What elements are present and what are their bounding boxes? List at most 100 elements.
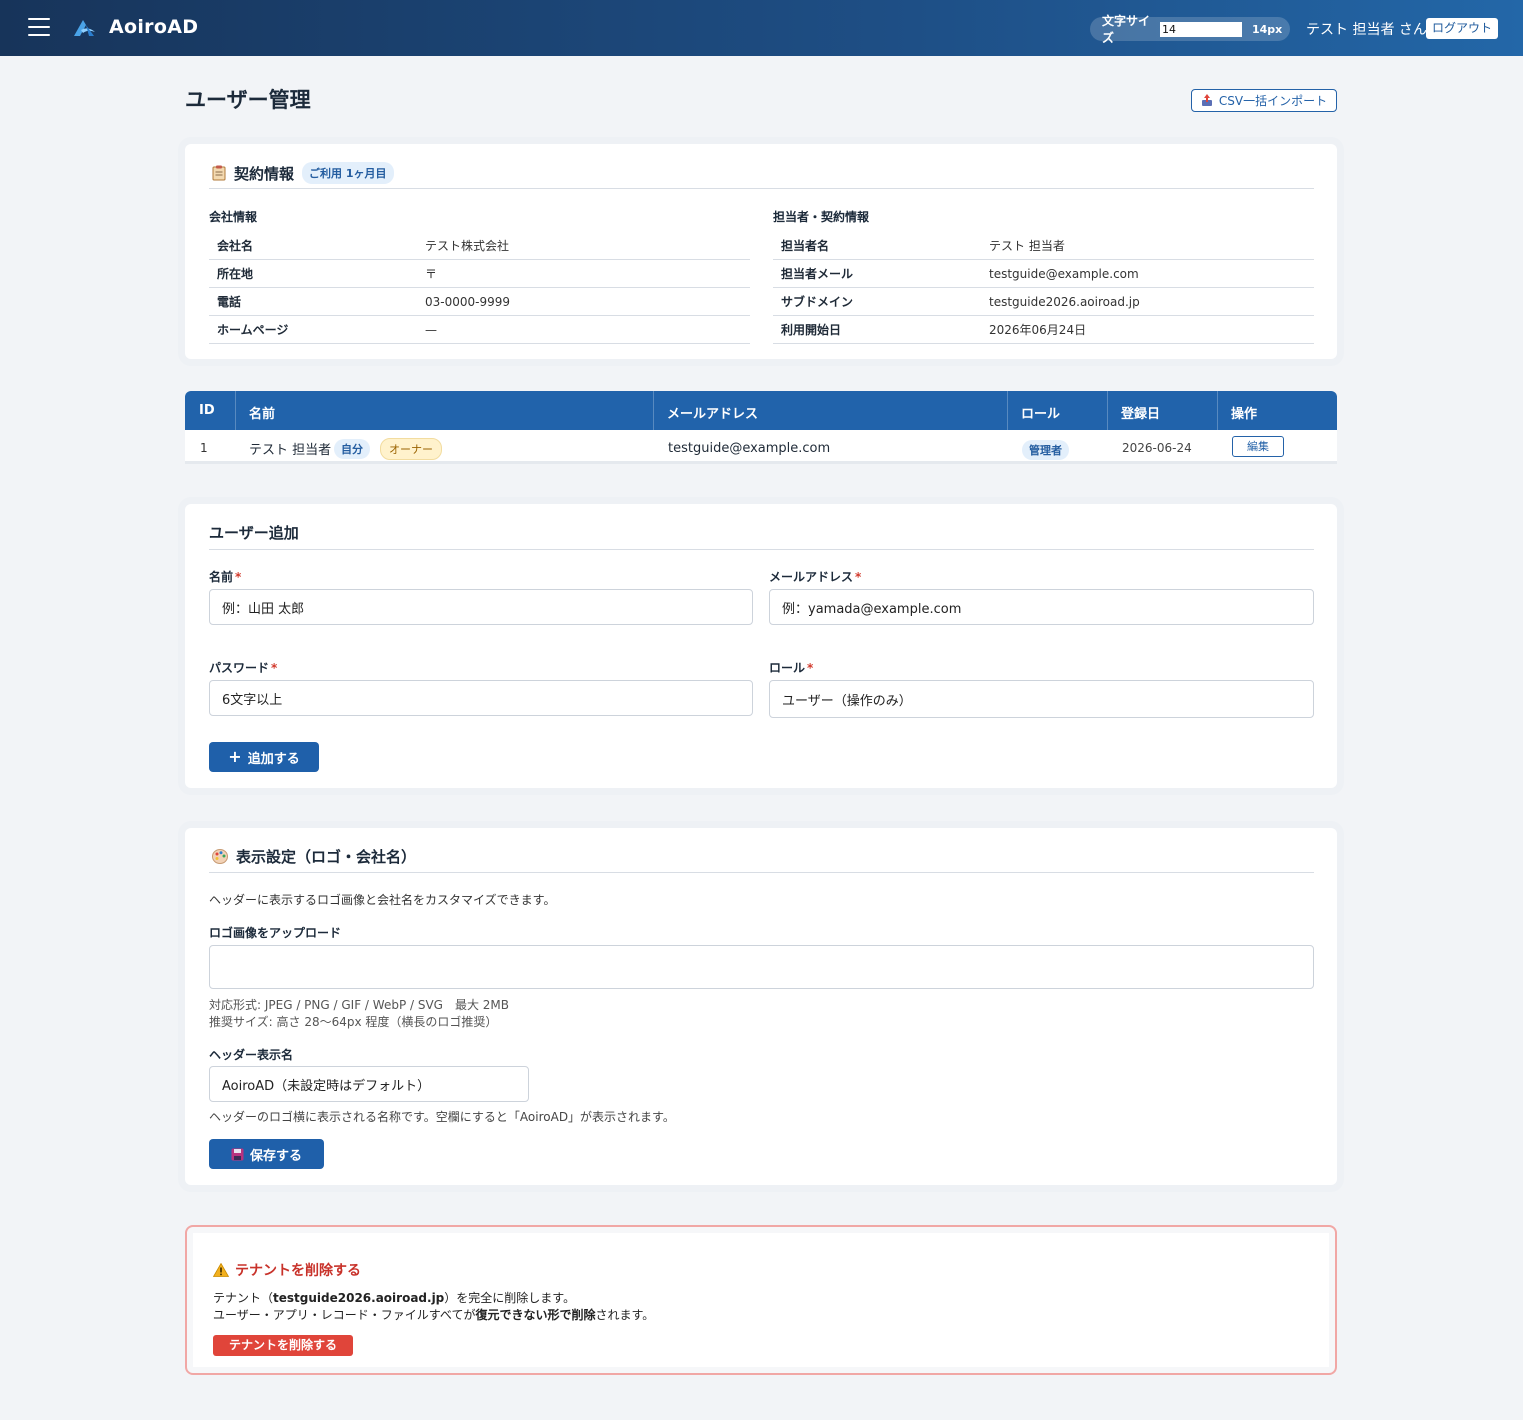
- brand-name[interactable]: AoiroAD: [109, 16, 198, 38]
- password-input[interactable]: 6文字以上: [209, 680, 753, 716]
- plus-icon: +: [228, 747, 242, 766]
- row-value: テスト株式会社: [425, 239, 510, 253]
- column-header-actions: 操作: [1231, 407, 1258, 422]
- users-table: ID 名前 メールアドレス ロール 登録日 操作 1 テスト 担当者 自分 オー…: [185, 391, 1337, 464]
- manager-row: 担当者メール testguide@example.com: [773, 260, 1314, 288]
- name-input[interactable]: 例：山田 太郎: [209, 589, 753, 625]
- contract-info-title: 契約情報: [234, 164, 295, 183]
- email-label-text: メールアドレス: [769, 570, 854, 584]
- required-mark: *: [235, 570, 242, 584]
- display-settings-header: 表示設定（ロゴ・会社名）: [212, 846, 416, 867]
- password-label-text: パスワード: [209, 661, 270, 675]
- row-value: 03-0000-9999: [425, 294, 511, 309]
- font-size-input[interactable]: [1160, 21, 1242, 37]
- company-row: 所在地 〒: [209, 260, 750, 288]
- line2-prefix: ユーザー・アプリ・レコード・ファイルすべてが: [213, 1308, 476, 1322]
- add-user-label: 追加する: [247, 751, 300, 767]
- logout-button[interactable]: ログアウト: [1426, 18, 1498, 39]
- delete-tenant-button[interactable]: テナントを削除する: [213, 1335, 353, 1356]
- csv-import-button[interactable]: CSV一括インポート: [1191, 89, 1337, 112]
- current-user-name: テスト 担当者 さん: [1306, 22, 1427, 38]
- delete-tenant-body: テナントを削除する テナント（testguide2026.aoiroad.jp）…: [193, 1233, 1329, 1367]
- clipboard-icon: [212, 165, 226, 181]
- delete-tenant-header: テナントを削除する: [213, 1260, 361, 1280]
- email-input[interactable]: 例：yamada@example.com: [769, 589, 1314, 625]
- display-settings-card: 表示設定（ロゴ・会社名） ヘッダーに表示するロゴ画像と会社名をカスタマイズできま…: [185, 828, 1337, 1185]
- save-icon: [231, 1148, 244, 1160]
- role-badge: 管理者: [1022, 440, 1069, 460]
- font-size-label: 文字サイズ: [1102, 14, 1151, 45]
- logo-formats-note: 対応形式: JPEG / PNG / GIF / WebP / SVG 最大 2…: [209, 998, 510, 1012]
- row-value: testguide@example.com: [989, 266, 1139, 281]
- line1-suffix: ）を完全に削除します。: [444, 1291, 576, 1305]
- column-header-role: ロール: [1021, 407, 1061, 422]
- row-key: 所在地: [217, 267, 254, 281]
- hamburger-menu-icon[interactable]: [28, 18, 50, 36]
- add-user-card: ユーザー追加 名前 * 例：山田 太郎 メールアドレス * 例：yamada@exa…: [185, 504, 1337, 788]
- font-size-control: 文字サイズ 14px: [1090, 14, 1290, 45]
- column-header-email: メールアドレス: [667, 407, 759, 422]
- manager-row: 担当者名 テスト 担当者: [773, 232, 1314, 260]
- tenant-domain: testguide2026.aoiroad.jp: [273, 1291, 445, 1305]
- column-header-name: 名前: [249, 407, 276, 422]
- required-mark: *: [807, 661, 814, 675]
- palette-icon: [212, 849, 228, 864]
- row-key: サブドメイン: [781, 295, 854, 309]
- required-mark: *: [271, 661, 278, 675]
- company-row: 電話 03-0000-9999: [209, 288, 750, 316]
- logo-upload-label: ロゴ画像をアップロード: [209, 926, 342, 940]
- divider: [209, 549, 1314, 550]
- row-key: 担当者名: [781, 239, 830, 253]
- column-separator: [235, 391, 236, 430]
- delete-tenant-title: テナントを削除する: [235, 1263, 361, 1279]
- owner-badge: オーナー: [380, 438, 442, 460]
- brand-logo-icon: [74, 20, 95, 36]
- column-separator: [1007, 391, 1008, 430]
- logo-file-input[interactable]: [209, 945, 1314, 989]
- table-row: 1 テスト 担当者 自分 オーナー testguide@example.com …: [185, 430, 1337, 464]
- header-name-input[interactable]: AoiroAD（未設定時はデフォルト）: [209, 1066, 529, 1102]
- role-label-text: ロール: [769, 661, 806, 675]
- column-separator: [1217, 391, 1218, 430]
- row-value: 〒: [425, 267, 438, 281]
- name-label-text: 名前: [209, 570, 234, 584]
- top-header: AoiroAD 文字サイズ 14px テスト 担当者 さん ログアウト: [0, 0, 1523, 56]
- self-badge: 自分: [334, 439, 370, 459]
- delete-tenant-card: テナントを削除する テナント（testguide2026.aoiroad.jp）…: [185, 1225, 1337, 1375]
- irreversible-warning: 復元できない形で削除: [475, 1308, 596, 1322]
- row-value: テスト 担当者: [989, 239, 1065, 253]
- upload-icon: [1201, 94, 1212, 106]
- cell-email: testguide@example.com: [668, 441, 831, 456]
- save-label: 保存する: [249, 1148, 302, 1164]
- name-field-label: 名前 *: [209, 568, 241, 585]
- display-settings-description: ヘッダーに表示するロゴ画像と会社名をカスタマイズできます。: [209, 893, 556, 907]
- company-row: 会社名 テスト株式会社: [209, 232, 750, 260]
- edit-user-button[interactable]: 編集: [1232, 436, 1284, 457]
- row-value: 2026年06月24日: [989, 323, 1087, 337]
- delete-tenant-line2: ユーザー・アプリ・レコード・ファイルすべてが復元できない形で削除されます。: [213, 1306, 654, 1323]
- row-value: testguide2026.aoiroad.jp: [989, 294, 1140, 309]
- manager-info-table: 担当者名 テスト 担当者 担当者メール testguide@example.com …: [773, 232, 1314, 344]
- display-settings-title: 表示設定（ロゴ・会社名）: [236, 848, 417, 866]
- row-key: 電話: [217, 295, 242, 309]
- font-size-value: 14px: [1252, 22, 1283, 36]
- line1-prefix: テナント（: [213, 1291, 274, 1305]
- role-select[interactable]: ユーザー（操作のみ）: [769, 680, 1314, 718]
- usage-period-badge: ご利用 1ヶ月目: [302, 162, 394, 184]
- page-title: ユーザー管理: [185, 88, 311, 112]
- company-info-heading: 会社情報: [209, 210, 258, 224]
- column-separator: [1107, 391, 1108, 430]
- users-table-header: ID 名前 メールアドレス ロール 登録日 操作: [185, 391, 1337, 430]
- add-user-title: ユーザー追加: [209, 524, 299, 542]
- cell-registered: 2026-06-24: [1122, 441, 1192, 455]
- divider: [209, 188, 1314, 189]
- column-separator: [653, 391, 654, 430]
- line2-suffix: されます。: [595, 1308, 655, 1322]
- header-name-label: ヘッダー表示名: [209, 1048, 294, 1062]
- manager-row: 利用開始日 2026年06月24日: [773, 316, 1314, 344]
- manager-row: サブドメイン testguide2026.aoiroad.jp: [773, 288, 1314, 316]
- company-row: ホームページ —: [209, 316, 750, 344]
- add-user-button[interactable]: + 追加する: [209, 742, 319, 772]
- save-display-settings-button[interactable]: 保存する: [209, 1139, 324, 1169]
- logo-size-note: 推奨サイズ: 高さ 28〜64px 程度（横長のロゴ推奨）: [209, 1015, 498, 1029]
